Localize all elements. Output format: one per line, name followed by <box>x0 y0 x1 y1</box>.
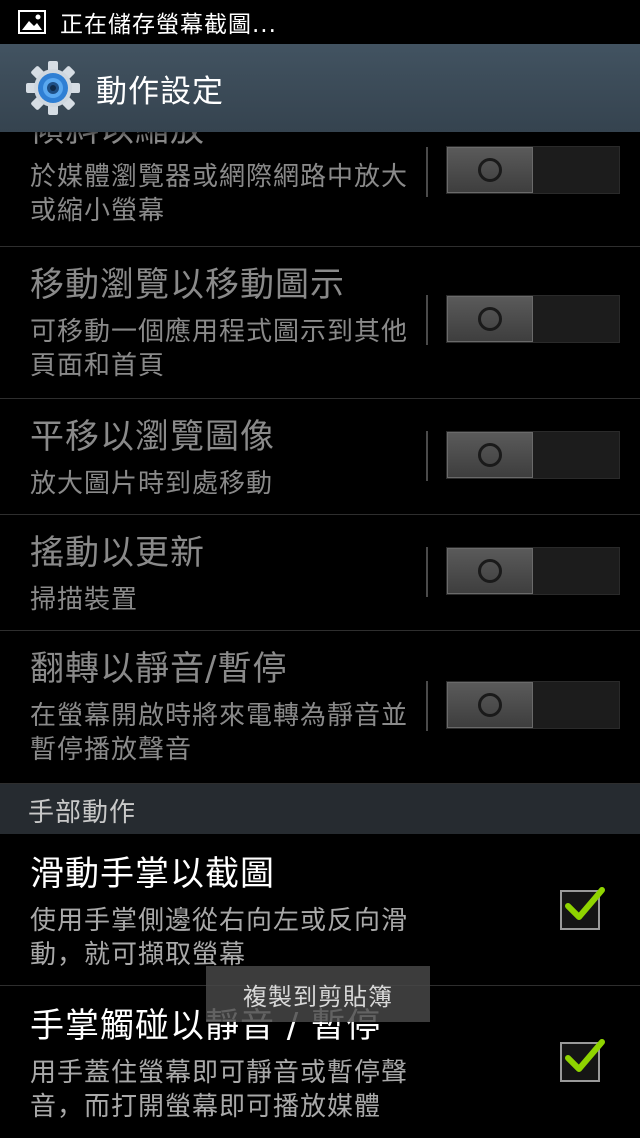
setting-title: 平移以瀏覽圖像 <box>30 417 275 457</box>
toast-copied-to-clipboard: 複製到剪貼簿 <box>206 966 430 1022</box>
row-divider <box>426 681 428 731</box>
gear-icon[interactable] <box>24 59 82 117</box>
setting-title: 滑動手掌以截圖 <box>30 854 275 894</box>
pan-move-icon-switch[interactable] <box>446 295 620 343</box>
switch-off-indicator <box>478 158 502 182</box>
setting-row-pan-to-browse[interactable]: 平移以瀏覽圖像 放大圖片時到處移動 <box>0 399 640 515</box>
setting-title: 傾斜以縮放 <box>30 132 205 150</box>
setting-row-palm-swipe-capture[interactable]: 滑動手掌以截圖 使用手掌側邊從右向左或反向滑動，就可擷取螢幕 <box>0 834 640 986</box>
setting-summary: 使用手掌側邊從右向左或反向滑動，就可擷取螢幕 <box>30 906 409 970</box>
row-divider <box>426 147 428 197</box>
setting-summary: 在螢幕開啟時將來電轉為靜音並暫停播放聲音 <box>30 701 409 765</box>
setting-title: 移動瀏覽以移動圖示 <box>30 265 345 305</box>
switch-thumb[interactable] <box>447 682 533 728</box>
switch-off-indicator <box>478 693 502 717</box>
setting-row-tilt-to-zoom[interactable]: 傾斜以縮放 於媒體瀏覽器或網際網路中放大或縮小螢幕 <box>0 132 640 247</box>
status-text: 正在儲存螢幕截圖... <box>60 12 277 38</box>
switch-off-indicator <box>478 307 502 331</box>
row-divider <box>426 431 428 481</box>
setting-row-shake-to-update[interactable]: 搖動以更新 掃描裝置 <box>0 515 640 631</box>
status-bar: 正在儲存螢幕截圖... <box>0 0 640 44</box>
switch-thumb[interactable] <box>447 548 533 594</box>
row-divider <box>426 295 428 345</box>
setting-summary: 用手蓋住螢幕即可靜音或暫停聲音，而打開螢幕即可播放媒體 <box>30 1058 409 1122</box>
setting-title: 翻轉以靜音/暫停 <box>30 649 288 689</box>
shake-update-switch[interactable] <box>446 547 620 595</box>
switch-thumb[interactable] <box>447 296 533 342</box>
check-icon <box>565 1039 605 1072</box>
section-header-hand-motion: 手部動作 <box>0 784 640 834</box>
palm-swipe-checkbox[interactable] <box>560 887 605 930</box>
switch-off-indicator <box>478 559 502 583</box>
switch-thumb[interactable] <box>447 432 533 478</box>
page-title: 動作設定 <box>96 73 224 110</box>
turn-over-mute-switch[interactable] <box>446 681 620 729</box>
switch-thumb[interactable] <box>447 147 533 193</box>
palm-touch-checkbox[interactable] <box>560 1039 605 1082</box>
image-icon <box>18 10 46 34</box>
setting-row-turn-over-to-mute[interactable]: 翻轉以靜音/暫停 在螢幕開啟時將來電轉為靜音並暫停播放聲音 <box>0 631 640 784</box>
check-icon <box>565 887 605 920</box>
action-bar: 動作設定 <box>0 44 640 132</box>
tilt-zoom-switch[interactable] <box>446 146 620 194</box>
pan-browse-switch[interactable] <box>446 431 620 479</box>
setting-summary: 掃描裝置 <box>30 585 139 615</box>
setting-row-pan-to-move-icon[interactable]: 移動瀏覽以移動圖示 可移動一個應用程式圖示到其他頁面和首頁 <box>0 247 640 399</box>
setting-title: 搖動以更新 <box>30 533 205 573</box>
setting-summary: 於媒體瀏覽器或網際網路中放大或縮小螢幕 <box>30 162 409 226</box>
section-label: 手部動作 <box>28 798 137 828</box>
setting-summary: 放大圖片時到處移動 <box>30 469 274 499</box>
switch-off-indicator <box>478 443 502 467</box>
row-divider <box>426 547 428 597</box>
setting-summary: 可移動一個應用程式圖示到其他頁面和首頁 <box>30 317 409 381</box>
